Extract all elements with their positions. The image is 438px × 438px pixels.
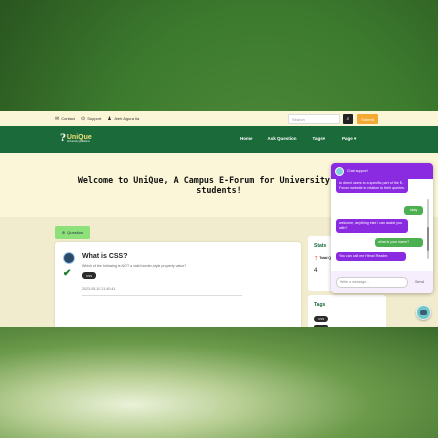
chat-launcher-button[interactable] xyxy=(416,305,431,320)
submit-button[interactable]: Submit xyxy=(357,114,378,124)
nav-page-label: Page xyxy=(341,136,353,141)
tags-title: Tags xyxy=(314,302,326,308)
logo-icon: ? xyxy=(60,133,66,144)
question-tag[interactable]: CSS xyxy=(82,272,97,279)
tag-chip[interactable]: CSS xyxy=(314,316,329,322)
user-name: Jireh Agura Ila xyxy=(113,116,140,121)
chat-bot-icon xyxy=(420,310,427,315)
question-button[interactable]: ⊕ Question xyxy=(55,226,90,239)
chat-footer: Write a message... Send xyxy=(331,271,433,293)
contact-link[interactable]: ✉ Contact xyxy=(55,116,75,122)
tags-panel: Tags CSS xyxy=(308,295,386,327)
chat-scroll-thumb[interactable] xyxy=(427,227,429,251)
chat-message-bot: welcome, anything else i can assist you … xyxy=(336,219,408,233)
support-label: Support xyxy=(87,116,102,121)
plus-icon: ⊕ xyxy=(61,230,66,235)
user-link[interactable]: ♟ Jireh Agura Ila xyxy=(107,116,139,122)
support-icon: ⊙ xyxy=(81,115,86,122)
nav-tags[interactable]: Tags▾ xyxy=(313,136,325,142)
question-description: Which of the following is NOT a valid bo… xyxy=(82,264,187,268)
chat-message-bot: to direct users to a specific part of th… xyxy=(336,179,408,193)
logo[interactable]: ? UniQue University Questions xyxy=(60,133,92,144)
nav-home[interactable]: Home xyxy=(240,136,253,142)
main-nav: ? UniQue University Questions Home Ask Q… xyxy=(0,126,438,153)
nav-page[interactable]: Page ▾ xyxy=(342,136,356,142)
chevron-down-icon: ▾ xyxy=(322,136,325,141)
question-circle-icon: ❓ xyxy=(314,256,319,260)
question-title[interactable]: What is CSS? xyxy=(82,253,128,260)
chat-message-user: okay xyxy=(404,206,423,215)
contact-label: Contact xyxy=(61,116,75,121)
search-icon: ⌕ xyxy=(346,116,350,122)
chat-title: Chat support xyxy=(347,169,368,173)
logo-subtitle: University Questions xyxy=(66,139,90,143)
divider xyxy=(82,295,242,296)
nav-tags-label: Tags xyxy=(312,136,323,141)
chat-messages[interactable]: to direct users to a specific part of th… xyxy=(331,179,433,271)
search-input[interactable]: Search xyxy=(288,114,340,124)
chat-message-bot: You can call me Hima! Reader. xyxy=(336,252,406,261)
tag-chip-partial[interactable] xyxy=(314,325,328,327)
stats-value: 4 xyxy=(314,268,318,274)
nav-ask-question[interactable]: Ask Question xyxy=(268,136,297,142)
stats-title: Stats xyxy=(314,243,327,249)
chat-widget: Chat support to direct users to a specif… xyxy=(331,163,433,293)
checkmark-icon: ✔ xyxy=(63,268,72,279)
search-button[interactable]: ⌕ xyxy=(343,114,353,124)
chat-send-button[interactable]: Send xyxy=(415,280,424,284)
chat-avatar xyxy=(335,166,344,176)
background-bottom xyxy=(0,326,438,438)
support-link[interactable]: ⊙ Support xyxy=(81,116,101,122)
hero-title: Welcome to UniQue, A Campus E-Forum for … xyxy=(77,174,361,196)
chevron-down-icon: ▾ xyxy=(354,136,357,141)
avatar xyxy=(63,252,75,264)
chat-header: Chat support xyxy=(331,163,433,179)
user-icon: ♟ xyxy=(107,115,112,122)
question-button-label: Question xyxy=(67,230,84,235)
envelope-icon: ✉ xyxy=(55,115,60,122)
top-bar: ✉ Contact ⊙ Support ♟ Jireh Agura Ila Se… xyxy=(0,111,438,126)
chat-input[interactable]: Write a message... xyxy=(336,276,408,288)
chat-message-user: what is your name? xyxy=(375,238,423,247)
question-card[interactable]: ✔ What is CSS? Which of the following is… xyxy=(55,242,301,327)
question-date: 2023-05-10 21:40:41 xyxy=(82,287,116,291)
